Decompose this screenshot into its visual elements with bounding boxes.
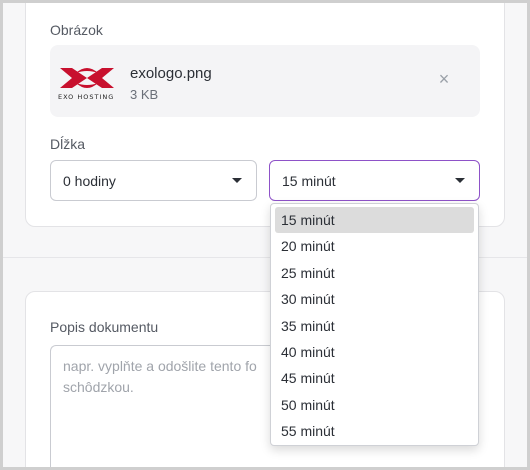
hours-select-value: 0 hodiny [63,173,116,189]
page-frame: Obrázok EXO HOSTING exologo.png 3 KB × D… [3,3,527,467]
exo-logo-icon [60,68,114,88]
close-icon: × [438,69,450,89]
minutes-dropdown-list: 15 minút 20 minút 25 minút 30 minút 35 minút… [270,203,479,446]
dropdown-option[interactable]: 45 minút [275,365,474,391]
dropdown-option[interactable]: 35 minút [275,313,474,339]
description-label: Popis dokumentu [50,319,159,335]
dropdown-option[interactable]: 40 minút [275,339,474,365]
chevron-down-icon [455,178,465,183]
description-placeholder-line1: napr. vyplňte a odošlite tento fo [63,358,257,374]
dropdown-option[interactable]: 55 minút [275,418,474,444]
dropdown-option[interactable]: 25 minút [275,260,474,286]
image-label: Obrázok [50,22,103,38]
dropdown-option[interactable]: 30 minút [275,286,474,312]
dropdown-option[interactable]: 20 minút [275,233,474,259]
exo-logo-text: EXO HOSTING [58,93,115,101]
dropdown-option[interactable]: 50 minút [275,392,474,418]
file-attachment: EXO HOSTING exologo.png 3 KB × [50,45,480,117]
exo-logo: EXO HOSTING [58,65,116,103]
file-size: 3 KB [130,87,159,102]
dropdown-option[interactable]: 15 minút [275,207,474,234]
minutes-select-value: 15 minút [282,173,336,189]
duration-label: Dĺžka [50,136,86,152]
hours-select[interactable]: 0 hodiny [50,160,257,201]
minutes-select[interactable]: 15 minút [269,160,480,201]
remove-file-button[interactable]: × [436,69,452,89]
description-textarea[interactable]: napr. vyplňte a odošlite tento fo schôdz… [50,345,270,467]
chevron-down-icon [232,178,242,183]
file-name: exologo.png [130,65,212,82]
description-placeholder-line2: schôdzkou. [63,379,134,395]
